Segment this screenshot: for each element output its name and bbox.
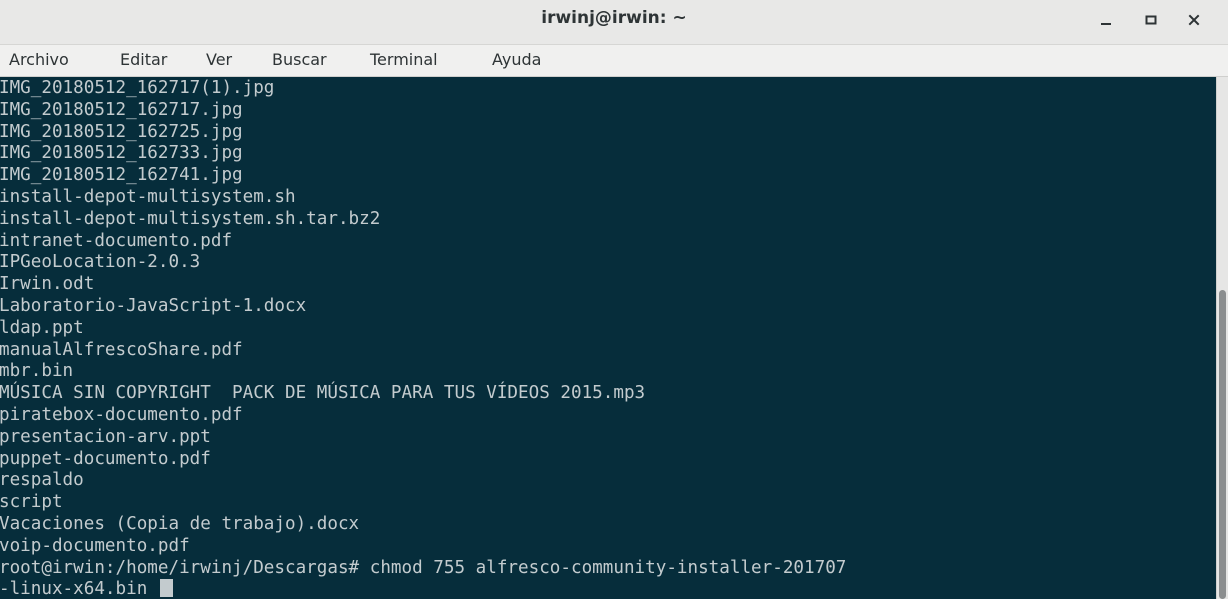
window-title: irwinj@irwin: ~ [541, 8, 687, 28]
terminal-lines: IMG_20180512_162717(1).jpg IMG_20180512_… [0, 77, 846, 599]
terminal-line: IPGeoLocation-2.0.3 [0, 252, 201, 273]
terminal-line: manualAlfrescoShare.pdf [0, 339, 243, 360]
terminal-line: IMG_20180512_162717.jpg [0, 99, 243, 120]
maximize-icon [1145, 15, 1157, 25]
title-bar[interactable]: irwinj@irwin: ~ [0, 0, 1228, 45]
terminal-line: Vacaciones (Copia de trabajo).docx [0, 513, 360, 534]
terminal-window: irwinj@irwin: ~ Archivo Editar Ver Busca… [0, 0, 1228, 599]
terminal-line: puppet-documento.pdf [0, 448, 211, 469]
menu-buscar[interactable]: Buscar [272, 50, 327, 70]
terminal-line: voip-documento.pdf [0, 535, 190, 556]
terminal-output[interactable]: IMG_20180512_162717(1).jpg IMG_20180512_… [0, 77, 1216, 599]
terminal-line: Irwin.odt [0, 274, 95, 295]
terminal-line: IMG_20180512_162725.jpg [0, 121, 243, 142]
terminal-line: install-depot-multisystem.sh.tar.bz2 [0, 208, 381, 229]
command-continuation-line: -linux-x64.bin [0, 578, 846, 599]
terminal-line: Laboratorio-JavaScript-1.docx [0, 295, 307, 316]
terminal-line: IMG_20180512_162733.jpg [0, 143, 243, 164]
terminal-line: ldap.ppt [0, 317, 84, 338]
menu-bar: Archivo Editar Ver Buscar Terminal Ayuda [0, 45, 1228, 77]
terminal-line: presentacion-arv.ppt [0, 426, 211, 447]
menu-terminal[interactable]: Terminal [370, 50, 438, 70]
menu-archivo[interactable]: Archivo [9, 50, 69, 70]
terminal-line: MÚSICA SIN COPYRIGHT PACK DE MÚSICA PARA… [0, 383, 646, 404]
scrollbar-thumb[interactable] [1219, 290, 1226, 599]
terminal-line: respaldo [0, 470, 84, 491]
close-icon [1188, 14, 1200, 26]
menu-editar[interactable]: Editar [120, 50, 167, 70]
close-button[interactable] [1180, 8, 1208, 32]
command-continuation-text: -linux-x64.bin [0, 579, 158, 599]
scrollbar[interactable] [1216, 77, 1228, 599]
command-prompt-line: root@irwin:/home/irwinj/Descargas# chmod… [0, 557, 847, 578]
terminal-line: IMG_20180512_162741.jpg [0, 165, 243, 186]
terminal-line: intranet-documento.pdf [0, 230, 233, 251]
menu-ver[interactable]: Ver [206, 50, 232, 70]
text-cursor [159, 579, 173, 598]
menu-ayuda[interactable]: Ayuda [492, 50, 541, 70]
terminal-line: mbr.bin [0, 361, 74, 382]
terminal-line: install-depot-multisystem.sh [0, 186, 296, 207]
terminal-line: piratebox-documento.pdf [0, 404, 243, 425]
terminal-line: script [0, 492, 63, 513]
minimize-icon [1101, 23, 1111, 25]
terminal-line: IMG_20180512_162717(1).jpg [0, 78, 275, 98]
maximize-button[interactable] [1137, 8, 1165, 32]
minimize-button[interactable] [1092, 8, 1120, 32]
